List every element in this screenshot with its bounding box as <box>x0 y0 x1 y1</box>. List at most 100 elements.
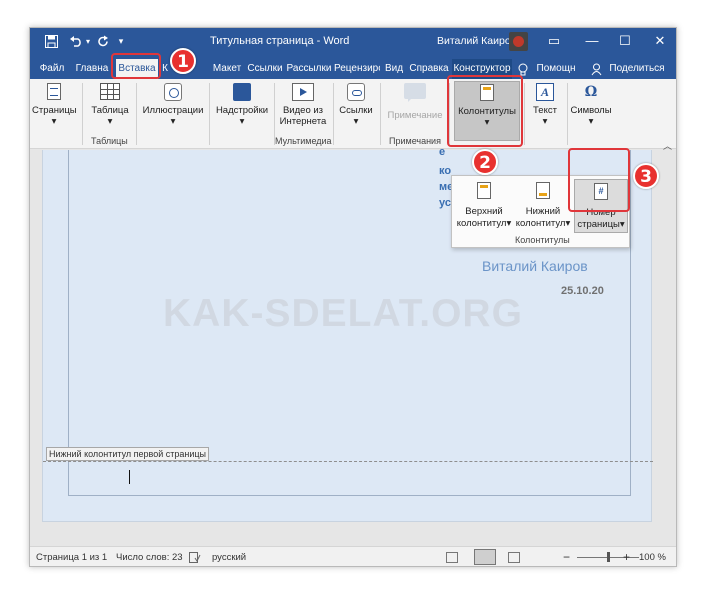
document-text-line: е <box>439 146 446 158</box>
author-name: Виталий Каиров <box>482 258 588 274</box>
chevron-down-icon: ▾ <box>170 116 176 127</box>
addins-button[interactable]: Надстройки ▾ <box>214 81 270 127</box>
group-label-media: Мультимедиа <box>275 136 332 146</box>
highlight-page-number <box>568 148 630 212</box>
document-text-line: ус <box>439 197 451 209</box>
page-count[interactable]: Страница 1 из 1 <box>36 552 107 563</box>
header-button[interactable]: Верхний колонтитул▾ <box>454 179 514 230</box>
text-button[interactable]: A Текст ▾ <box>527 81 563 127</box>
redo-icon[interactable] <box>96 33 110 49</box>
comment-button[interactable]: Примечание <box>384 81 446 121</box>
step-3-badge: 3 <box>633 163 659 189</box>
highlight-insert-tab <box>111 53 161 79</box>
customize-icon[interactable]: ▾ <box>116 33 126 49</box>
comment-icon <box>404 83 426 103</box>
divider <box>333 83 334 145</box>
tab-file[interactable]: Файл <box>36 59 68 79</box>
illustrations-button[interactable]: Иллюстрации ▾ <box>141 81 205 127</box>
divider <box>136 83 137 145</box>
language[interactable]: русский <box>212 552 246 563</box>
video-label-line1: Видео из <box>282 105 324 116</box>
pages-button[interactable]: Страницы ▾ <box>32 81 77 127</box>
word-count[interactable]: Число слов: 23 <box>116 552 183 563</box>
tab-share[interactable]: Поделиться <box>604 59 670 79</box>
web-layout-icon[interactable] <box>508 552 520 563</box>
save-icon[interactable] <box>44 33 58 49</box>
illustrations-icon <box>162 83 184 103</box>
chevron-down-icon: ▾ <box>506 218 512 229</box>
zoom-out-button[interactable]: − <box>563 550 570 564</box>
tab-references[interactable]: Ссылки <box>246 59 284 79</box>
link-icon <box>345 83 367 103</box>
table-label: Таблица <box>91 105 129 116</box>
title-bar: ▾ ▾ Титульная страница - Word Виталий Ка… <box>30 28 676 55</box>
video-label-line2: Интернета <box>279 116 327 127</box>
footer-divider <box>43 461 653 462</box>
document-title: Титульная страница - Word <box>210 35 350 47</box>
divider <box>82 83 83 145</box>
document-date: 25.10.20 <box>561 285 604 297</box>
proofing-icon[interactable] <box>189 552 201 563</box>
share-icon[interactable] <box>590 59 602 79</box>
pages-icon <box>43 83 65 103</box>
dropdown-group-label: Колонтитулы <box>515 235 570 245</box>
maximize-button[interactable]: ☐ <box>615 32 635 50</box>
ribbon: Страницы ▾ Таблица ▾ Таблицы Иллюстрации… <box>30 79 676 151</box>
header-icon <box>476 182 492 202</box>
undo-dropdown-icon[interactable]: ▾ <box>84 33 92 49</box>
video-icon <box>292 83 314 103</box>
zoom-slider-thumb[interactable] <box>607 552 610 562</box>
word-window: ▾ ▾ Титульная страница - Word Виталий Ка… <box>29 27 677 567</box>
group-label-tables: Таблицы <box>91 136 128 146</box>
footer-button[interactable]: Нижний колонтитул▾ <box>515 179 571 230</box>
tab-layout[interactable]: Макет <box>210 59 244 79</box>
chevron-down-icon: ▾ <box>239 116 245 127</box>
footer-label-line2: колонтитул▾ <box>515 218 571 229</box>
chevron-down-icon: ▾ <box>51 116 57 127</box>
tab-mailings[interactable]: Рассылки <box>286 59 332 79</box>
tab-draw[interactable]: К <box>160 59 170 79</box>
status-bar: Страница 1 из 1 Число слов: 23 русский −… <box>30 546 676 566</box>
links-button[interactable]: Ссылки ▾ <box>336 81 376 127</box>
footer-label-line1: Нижний <box>525 206 561 217</box>
header-label-line1: Верхний <box>465 206 503 217</box>
step-1-badge: 1 <box>170 48 196 74</box>
addins-label: Надстройки <box>215 105 269 116</box>
comment-label: Примечание <box>387 110 443 121</box>
text-label: Текст <box>533 105 557 116</box>
footer-icon <box>535 182 551 202</box>
zoom-in-button[interactable]: + <box>623 550 630 564</box>
undo-icon[interactable] <box>68 33 84 49</box>
user-name[interactable]: Виталий Каиров <box>437 35 516 47</box>
table-button[interactable]: Таблица ▾ <box>88 81 132 127</box>
addins-icon <box>231 83 253 103</box>
close-button[interactable]: ✕ <box>650 32 670 50</box>
tab-help[interactable]: Справка <box>408 59 450 79</box>
footer-label: Нижний колонтитул первой страницы <box>46 447 210 461</box>
symbols-button[interactable]: Ω Символы ▾ <box>568 81 614 127</box>
ribbon-display-options-button[interactable]: ▭ <box>544 32 564 50</box>
chevron-down-icon: ▾ <box>353 116 359 127</box>
table-icon <box>99 83 121 103</box>
minimize-button[interactable]: — <box>582 32 602 50</box>
divider <box>380 83 381 145</box>
group-label-comments: Примечания <box>389 136 441 146</box>
page-number-label-line2: страницы▾ <box>577 219 625 230</box>
zoom-level[interactable]: 100 % <box>639 552 666 563</box>
avatar[interactable] <box>509 32 528 51</box>
chevron-down-icon: ▾ <box>619 219 625 230</box>
read-mode-icon[interactable] <box>446 552 458 563</box>
text-box-icon: A <box>534 83 556 103</box>
chevron-down-icon: ▾ <box>107 116 113 127</box>
online-video-button[interactable]: Видео из Интернета <box>277 81 329 127</box>
tab-review[interactable]: Рецензиро <box>334 59 380 79</box>
print-layout-icon[interactable] <box>474 549 496 565</box>
illustrations-label: Иллюстрации <box>142 105 204 116</box>
highlight-headers-footers <box>447 75 523 147</box>
tab-view[interactable]: Вид <box>383 59 405 79</box>
chevron-down-icon: ▾ <box>542 116 548 127</box>
symbols-label: Символы <box>570 105 612 116</box>
tab-home[interactable]: Главна <box>72 59 112 79</box>
tab-tell-me[interactable]: Помощн <box>531 59 581 79</box>
divider <box>524 83 525 145</box>
